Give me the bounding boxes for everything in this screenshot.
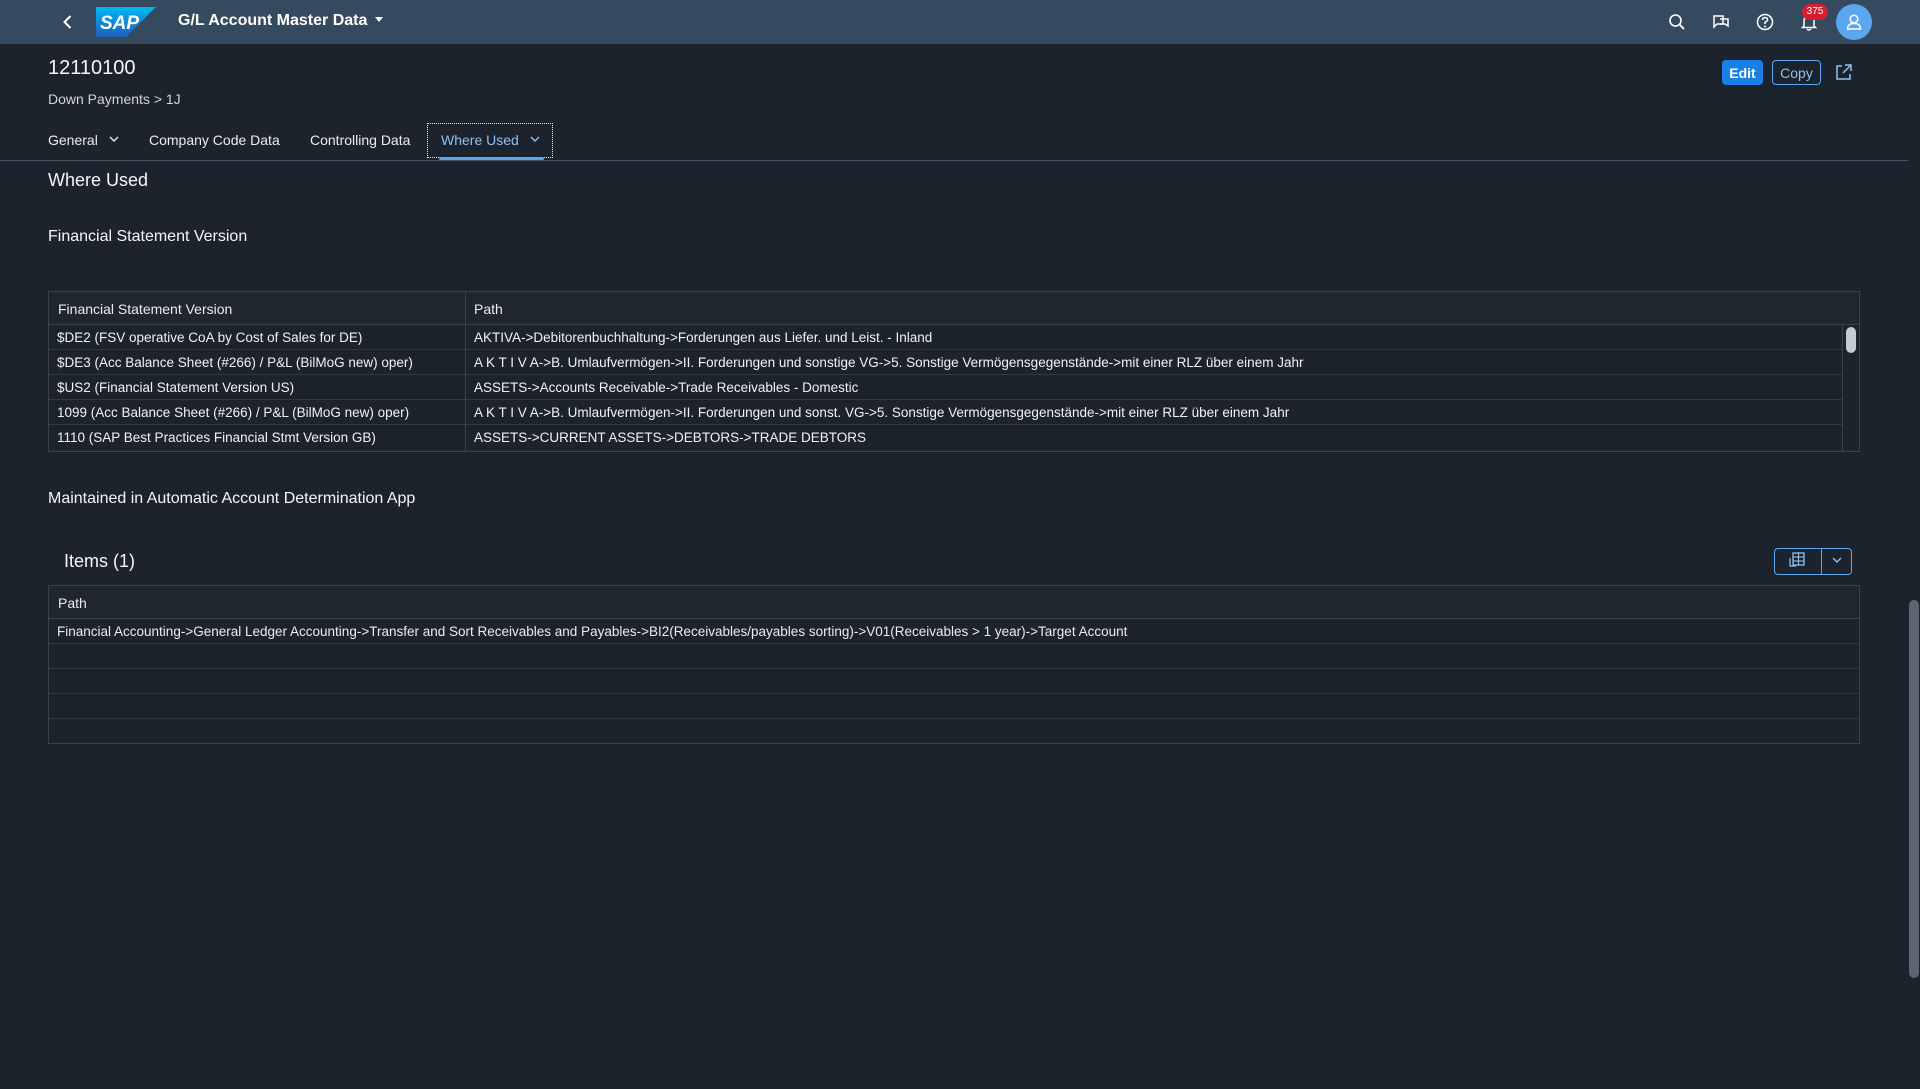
cell-path: A K T I V A->B. Umlaufvermögen->II. Ford… [474,355,1304,370]
fsv-subsection-title: Financial Statement Version [48,228,248,245]
column-divider [465,292,466,451]
table-header: Financial Statement Version Path [49,292,1859,325]
tab-general[interactable]: General [48,132,120,148]
column-header-version[interactable]: Financial Statement Version [58,301,232,317]
cell-version: 1099 (Acc Balance Sheet (#266) / P&L (Bi… [57,405,410,420]
table-row[interactable]: $US2 (Financial Statement Version US) AS… [49,375,1842,400]
notification-badge: 375 [1802,4,1828,20]
export-menu-button[interactable] [1821,549,1851,574]
page-scrollbar-thumb[interactable] [1909,600,1919,978]
tab-where-used[interactable]: Where Used [441,132,541,148]
table-row[interactable]: 1110 (SAP Best Practices Financial Stmt … [49,425,1842,450]
export-button-group [1774,548,1852,575]
active-tab-indicator [439,157,544,160]
cell-version: $DE2 (FSV operative CoA by Cost of Sales… [57,330,363,345]
section-title: Where Used [48,170,149,190]
empty-row [49,719,1859,744]
tab-bar: General Company Code Data Controlling Da… [0,120,1908,161]
tab-label: Where Used [441,132,519,148]
svg-text:SAP: SAP [100,13,139,34]
column-header-path[interactable]: Path [474,301,503,317]
fsv-table: Financial Statement Version Path $DE2 (F… [48,291,1860,452]
tab-label: General [48,132,98,148]
tab-label: Company Code Data [149,132,280,148]
object-title: 12110100 [48,57,136,79]
cell-version: $US2 (Financial Statement Version US) [57,380,295,395]
table-row[interactable]: 1099 (Acc Balance Sheet (#266) / P&L (Bi… [49,400,1842,425]
search-icon[interactable] [1666,11,1688,33]
chevron-down-icon [529,132,541,148]
user-icon[interactable] [1836,4,1872,40]
copy-button[interactable]: Copy [1772,60,1821,85]
edit-button[interactable]: Edit [1722,60,1763,85]
tab-company-code-data[interactable]: Company Code Data [149,132,280,148]
cell-path: A K T I V A->B. Umlaufvermögen->II. Ford… [474,405,1290,420]
empty-row [49,644,1859,669]
items-title: Items (1) [64,551,136,571]
shell-bar: SAP G/L Account Master Data 375 [0,0,1920,44]
back-icon[interactable] [58,12,78,32]
tab-label: Controlling Data [310,132,411,148]
cell-path: Financial Accounting->General Ledger Acc… [57,624,1128,639]
export-button[interactable] [1775,549,1821,574]
chevron-down-icon [108,132,120,148]
empty-row [49,669,1859,694]
column-header-path[interactable]: Path [58,595,87,611]
table-header: Path [49,586,1859,619]
table-scrollbar-thumb[interactable] [1846,327,1856,353]
tab-controlling-data[interactable]: Controlling Data [310,132,410,148]
share-icon[interactable] [1833,61,1855,83]
table-row[interactable]: $DE2 (FSV operative CoA by Cost of Sales… [49,325,1842,350]
table-row[interactable]: Financial Accounting->General Ledger Acc… [49,619,1859,644]
cell-path: ASSETS->CURRENT ASSETS->DEBTORS->TRADE D… [474,430,866,445]
spreadsheet-export-icon [1788,550,1808,573]
cell-path: AKTIVA->Debitorenbuchhaltung->Forderunge… [474,330,933,345]
object-subtitle: Down Payments > 1J [48,91,181,107]
caret-down-icon [373,12,385,30]
items-table: Path Financial Accounting->General Ledge… [48,585,1860,744]
cell-version: $DE3 (Acc Balance Sheet (#266) / P&L (Bi… [57,355,413,370]
cell-path: ASSETS->Accounts Receivable->Trade Recei… [474,380,859,395]
help-icon[interactable] [1754,11,1776,33]
app-title: G/L Account Master Data [178,12,368,29]
feedback-icon[interactable] [1710,11,1732,33]
cell-version: 1110 (SAP Best Practices Financial Stmt … [57,430,376,445]
table-row[interactable]: $DE3 (Acc Balance Sheet (#266) / P&L (Bi… [49,350,1842,375]
sap-logo[interactable]: SAP [96,7,156,37]
aad-subsection-title: Maintained in Automatic Account Determin… [48,490,416,507]
app-title-menu[interactable]: G/L Account Master Data [178,12,385,30]
chevron-down-icon [1831,553,1843,571]
empty-row [49,694,1859,719]
